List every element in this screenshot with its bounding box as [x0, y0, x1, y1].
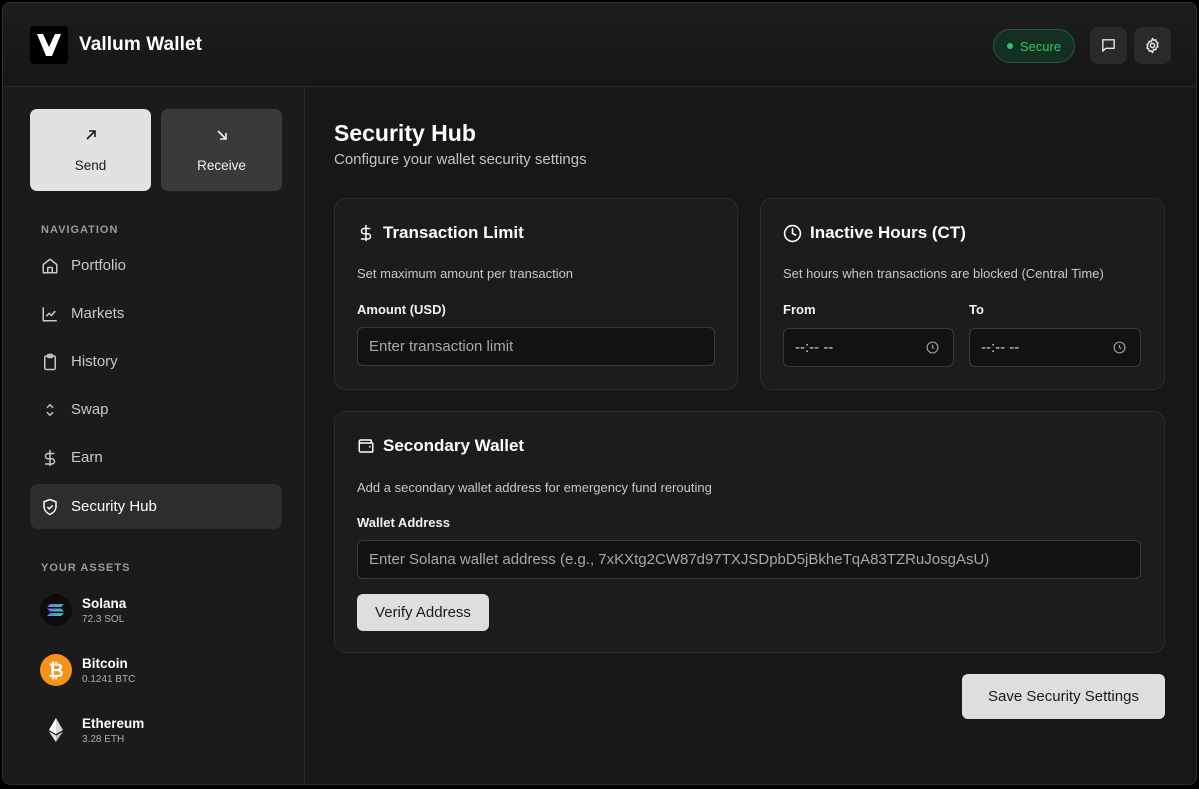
ethereum-icon: [49, 718, 63, 742]
amount-input[interactable]: Enter transaction limit: [357, 327, 715, 366]
asset-name: Solana: [82, 595, 127, 611]
bitcoin-icon: ₿: [40, 654, 72, 686]
inactive-hours-card: Inactive Hours (CT) Set hours when trans…: [760, 198, 1165, 390]
verify-address-button[interactable]: Verify Address: [357, 594, 489, 631]
to-label: To: [969, 302, 984, 317]
transaction-limit-card: Transaction Limit Set maximum amount per…: [334, 198, 738, 390]
assets-section-label: YOUR ASSETS: [41, 562, 131, 574]
shield-check-icon: [41, 498, 59, 516]
asset-name: Bitcoin: [82, 655, 128, 671]
messages-button[interactable]: [1090, 27, 1127, 64]
arrow-up-right-icon: [85, 129, 96, 140]
asset-item-solana[interactable]: Solana 72.3 SOL: [40, 594, 126, 626]
asset-item-bitcoin[interactable]: ₿ Bitcoin 0.1241 BTC: [40, 654, 135, 686]
wallet-icon: [358, 439, 374, 453]
clipboard-icon: [41, 353, 59, 371]
sidebar-item-label: Portfolio: [71, 257, 127, 274]
app-title: Vallum Wallet: [79, 34, 203, 55]
chevrons-up-down-icon: [41, 401, 59, 419]
inactive-hours-title: Inactive Hours (CT): [810, 223, 966, 242]
time-picker-icon[interactable]: [926, 341, 939, 354]
gear-icon: [1146, 37, 1159, 54]
asset-amount: 3.28 ETH: [82, 733, 125, 745]
asset-item-ethereum[interactable]: Ethereum 3.28 ETH: [40, 714, 144, 746]
secondary-wallet-card: Secondary Wallet Add a secondary wallet …: [334, 411, 1165, 653]
navigation-section-label: NAVIGATION: [41, 224, 119, 236]
sidebar-item-label: History: [71, 353, 118, 370]
header: Vallum Wallet Secure: [3, 3, 1196, 87]
solana-icon: [40, 594, 72, 626]
dollar-icon: [41, 449, 59, 467]
save-security-settings-button[interactable]: Save Security Settings: [962, 674, 1165, 719]
asset-amount: 72.3 SOL: [82, 613, 125, 625]
settings-button[interactable]: [1134, 27, 1171, 64]
transaction-limit-description: Set maximum amount per transaction: [357, 266, 574, 281]
send-button[interactable]: Send: [30, 109, 151, 191]
send-label: Send: [74, 157, 107, 173]
from-label: From: [783, 302, 816, 317]
app-window: Vallum Wallet Secure Send Receive NAVIGA…: [2, 2, 1197, 785]
vallum-logo-icon: [30, 26, 68, 64]
to-time-input[interactable]: --:-- --: [969, 328, 1141, 367]
sidebar-item-markets[interactable]: Markets: [30, 291, 282, 336]
asset-name: Ethereum: [82, 715, 145, 731]
wallet-address-input[interactable]: Enter Solana wallet address (e.g., 7xKXt…: [357, 540, 1141, 579]
inactive-hours-description: Set hours when transactions are blocked …: [783, 266, 1104, 281]
sidebar-item-history[interactable]: History: [30, 339, 282, 384]
clock-icon: [783, 224, 802, 242]
transaction-limit-title: Transaction Limit: [383, 223, 524, 242]
sidebar-item-label: Swap: [71, 401, 109, 418]
arrow-down-right-icon: [216, 129, 227, 140]
card-title: Transaction Limit: [357, 223, 524, 243]
from-time-value: --:-- --: [795, 339, 834, 356]
svg-text:₿: ₿: [48, 660, 63, 682]
home-icon: [41, 257, 59, 275]
wallet-address-label: Wallet Address: [357, 515, 450, 530]
amount-label: Amount (USD): [357, 302, 446, 317]
asset-amount: 0.1241 BTC: [82, 673, 136, 685]
status-dot-icon: [1006, 43, 1013, 49]
page-subtitle: Configure your wallet security settings: [334, 151, 587, 168]
receive-button[interactable]: Receive: [161, 109, 282, 191]
dollar-icon: [360, 224, 372, 242]
line-chart-icon: [41, 305, 59, 323]
status-badge-label: Secure: [1019, 38, 1062, 54]
sidebar-item-label: Security Hub: [71, 498, 157, 515]
sidebar-item-portfolio[interactable]: Portfolio: [30, 243, 282, 288]
message-square-icon: [1102, 39, 1115, 52]
time-picker-icon[interactable]: [1113, 341, 1126, 354]
sidebar-item-label: Earn: [71, 449, 103, 466]
to-time-value: --:-- --: [981, 339, 1020, 356]
sidebar-item-security-hub[interactable]: Security Hub: [30, 484, 282, 529]
card-title: Secondary Wallet: [357, 436, 524, 456]
from-time-input[interactable]: --:-- --: [783, 328, 954, 367]
sidebar: Send Receive NAVIGATION Portfolio Market…: [3, 87, 305, 784]
receive-label: Receive: [197, 157, 246, 173]
sidebar-item-swap[interactable]: Swap: [30, 387, 282, 432]
card-title: Inactive Hours (CT): [783, 223, 966, 243]
page-title: Security Hub: [334, 120, 476, 146]
status-badge: Secure: [993, 29, 1075, 63]
secondary-wallet-title: Secondary Wallet: [383, 436, 525, 455]
sidebar-item-label: Markets: [71, 305, 125, 322]
secondary-wallet-description: Add a secondary wallet address for emerg…: [357, 480, 712, 495]
sidebar-item-earn[interactable]: Earn: [30, 435, 282, 480]
